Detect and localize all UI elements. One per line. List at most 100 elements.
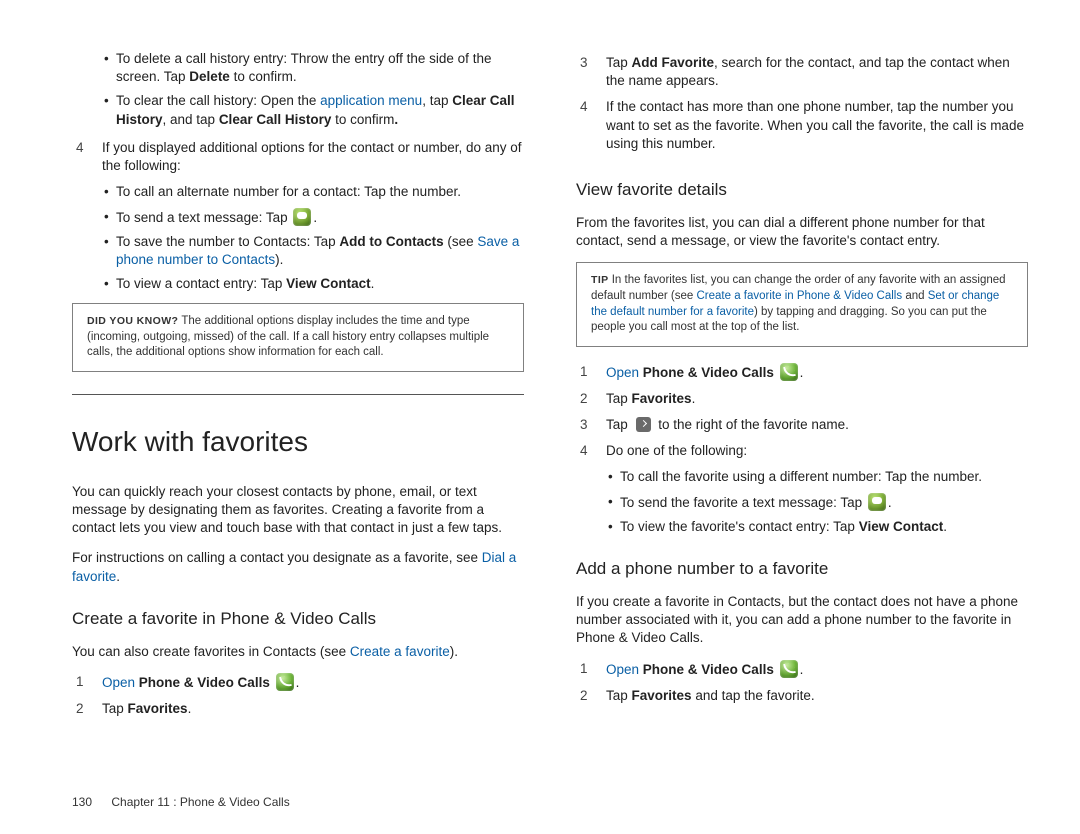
link-application-menu[interactable]: application menu: [320, 93, 422, 108]
text: to the right of the favorite name.: [655, 417, 849, 432]
step-number: 3: [580, 416, 594, 434]
step-body: If you displayed additional options for …: [102, 139, 524, 175]
text: Tap: [606, 417, 632, 432]
right-column: 3 Tap Add Favorite, search for the conta…: [576, 50, 1028, 726]
step-number: 4: [580, 98, 594, 153]
detail-arrow-icon: [636, 417, 651, 432]
left-column: To delete a call history entry: Throw th…: [72, 50, 524, 726]
bold-favorites: Favorites: [632, 391, 692, 406]
step-body: If the contact has more than one phone n…: [606, 98, 1028, 153]
bullet-delete-entry: To delete a call history entry: Throw th…: [104, 50, 524, 86]
bold-pvc: Phone & Video Calls: [643, 662, 774, 677]
link-open[interactable]: Open: [606, 365, 639, 380]
step-number: 1: [580, 660, 594, 679]
text: To send a text message: Tap: [116, 210, 291, 225]
text: to confirm: [331, 112, 394, 127]
step-tap-favorites-3: 2 Tap Favorites and tap the favorite.: [580, 687, 1028, 705]
text: .: [692, 391, 696, 406]
link-open[interactable]: Open: [102, 675, 135, 690]
step-body: Tap Favorites and tap the favorite.: [606, 687, 1028, 705]
text: ).: [450, 644, 458, 659]
step4-sub-bullets: To call an alternate number for a contac…: [72, 183, 524, 293]
bold-add-contacts: Add to Contacts: [339, 234, 443, 249]
paragraph-create-favorite: You can also create favorites in Contact…: [72, 643, 524, 661]
text: and: [902, 290, 928, 302]
step-4: 4 If you displayed additional options fo…: [76, 139, 524, 175]
link-create-favorite-pvc[interactable]: Create a favorite in Phone & Video Calls: [696, 290, 902, 302]
text: .: [296, 675, 300, 690]
step-number: 1: [76, 673, 90, 692]
step-4-container: 4 If you displayed additional options fo…: [72, 139, 524, 175]
text: .: [116, 569, 120, 584]
phone-icon: [780, 660, 798, 678]
bullet-clear-history: To clear the call history: Open the appl…: [104, 92, 524, 128]
page-footer: 130 Chapter 11 : Phone & Video Calls: [72, 794, 290, 810]
sub-call-different: To call the favorite using a different n…: [608, 468, 1028, 486]
text: .: [313, 210, 317, 225]
text: Tap: [606, 391, 632, 406]
text: To delete a call history entry: Throw th…: [116, 51, 491, 84]
step-multiple-numbers: 4 If the contact has more than one phone…: [580, 98, 1028, 153]
step-body: Tap Favorites.: [606, 390, 1028, 408]
page-number: 130: [72, 795, 92, 809]
bold-pvc: Phone & Video Calls: [139, 675, 270, 690]
step-tap-square: 3 Tap to the right of the favorite name.: [580, 416, 1028, 434]
text: To view the favorite's contact entry: Ta…: [620, 519, 859, 534]
bold-period: .: [394, 112, 398, 127]
sub-view-contact: To view a contact entry: Tap View Contac…: [104, 275, 524, 293]
text: (see: [444, 234, 478, 249]
phone-icon: [780, 363, 798, 381]
dyk-label: DID YOU KNOW?: [87, 315, 178, 327]
text: Tap: [606, 688, 632, 703]
heading-work-with-favorites: Work with favorites: [72, 423, 524, 461]
text: .: [371, 276, 375, 291]
step-tap-favorites-2: 2 Tap Favorites.: [580, 390, 1028, 408]
paragraph-add-phone-number: If you create a favorite in Contacts, bu…: [576, 593, 1028, 648]
text: To save the number to Contacts: Tap: [116, 234, 339, 249]
text: To send the favorite a text message: Tap: [620, 495, 866, 510]
did-you-know-box: DID YOU KNOW? The additional options dis…: [72, 303, 524, 372]
tip-label: TIP: [591, 274, 609, 286]
step-number: 3: [580, 54, 594, 90]
text: , and tap: [163, 112, 219, 127]
phone-icon: [276, 673, 294, 691]
text: Tap: [102, 701, 128, 716]
step-do-following: 4 Do one of the following:: [580, 442, 1028, 460]
bold-view-contact: View Contact: [859, 519, 944, 534]
paragraph-view-details: From the favorites list, you can dial a …: [576, 214, 1028, 250]
view-details-steps: 1 Open Phone & Video Calls . 2 Tap Favor…: [576, 363, 1028, 461]
text: .: [800, 662, 804, 677]
bold-delete: Delete: [189, 69, 230, 84]
two-column-layout: To delete a call history entry: Throw th…: [72, 50, 1028, 726]
sub-send-text-2: To send the favorite a text message: Tap…: [608, 493, 1028, 512]
link-create-favorite[interactable]: Create a favorite: [350, 644, 450, 659]
link-open[interactable]: Open: [606, 662, 639, 677]
chat-icon: [293, 208, 311, 226]
text: To view a contact entry: Tap: [116, 276, 286, 291]
heading-view-favorite-details: View favorite details: [576, 179, 1028, 202]
text: .: [800, 365, 804, 380]
step-add-favorite: 3 Tap Add Favorite, search for the conta…: [580, 54, 1028, 90]
chapter-label: Chapter 11 : Phone & Video Calls: [111, 795, 289, 809]
chat-icon: [868, 493, 886, 511]
section-divider: [72, 394, 524, 395]
create-favorite-steps: 1 Open Phone & Video Calls . 2 Tap Favor…: [72, 673, 524, 718]
text: , tap: [422, 93, 452, 108]
step-tap-favorites: 2 Tap Favorites.: [76, 700, 524, 718]
text: and tap the favorite.: [692, 688, 815, 703]
sub-send-text: To send a text message: Tap .: [104, 208, 524, 227]
step-body: Open Phone & Video Calls .: [102, 673, 524, 692]
paragraph-intro-favorites: You can quickly reach your closest conta…: [72, 483, 524, 538]
step-number: 2: [76, 700, 90, 718]
text: .: [943, 519, 947, 534]
add-phone-steps: 1 Open Phone & Video Calls . 2 Tap Favor…: [576, 660, 1028, 705]
intro-bullet-list: To delete a call history entry: Throw th…: [72, 50, 524, 129]
heading-add-phone-number: Add a phone number to a favorite: [576, 558, 1028, 581]
bold-pvc: Phone & Video Calls: [643, 365, 774, 380]
continued-steps: 3 Tap Add Favorite, search for the conta…: [576, 54, 1028, 153]
view-details-sub-bullets: To call the favorite using a different n…: [576, 468, 1028, 536]
bold-view-contact: View Contact: [286, 276, 371, 291]
step-body: Tap Favorites.: [102, 700, 524, 718]
step-number: 4: [580, 442, 594, 460]
step-number: 2: [580, 687, 594, 705]
